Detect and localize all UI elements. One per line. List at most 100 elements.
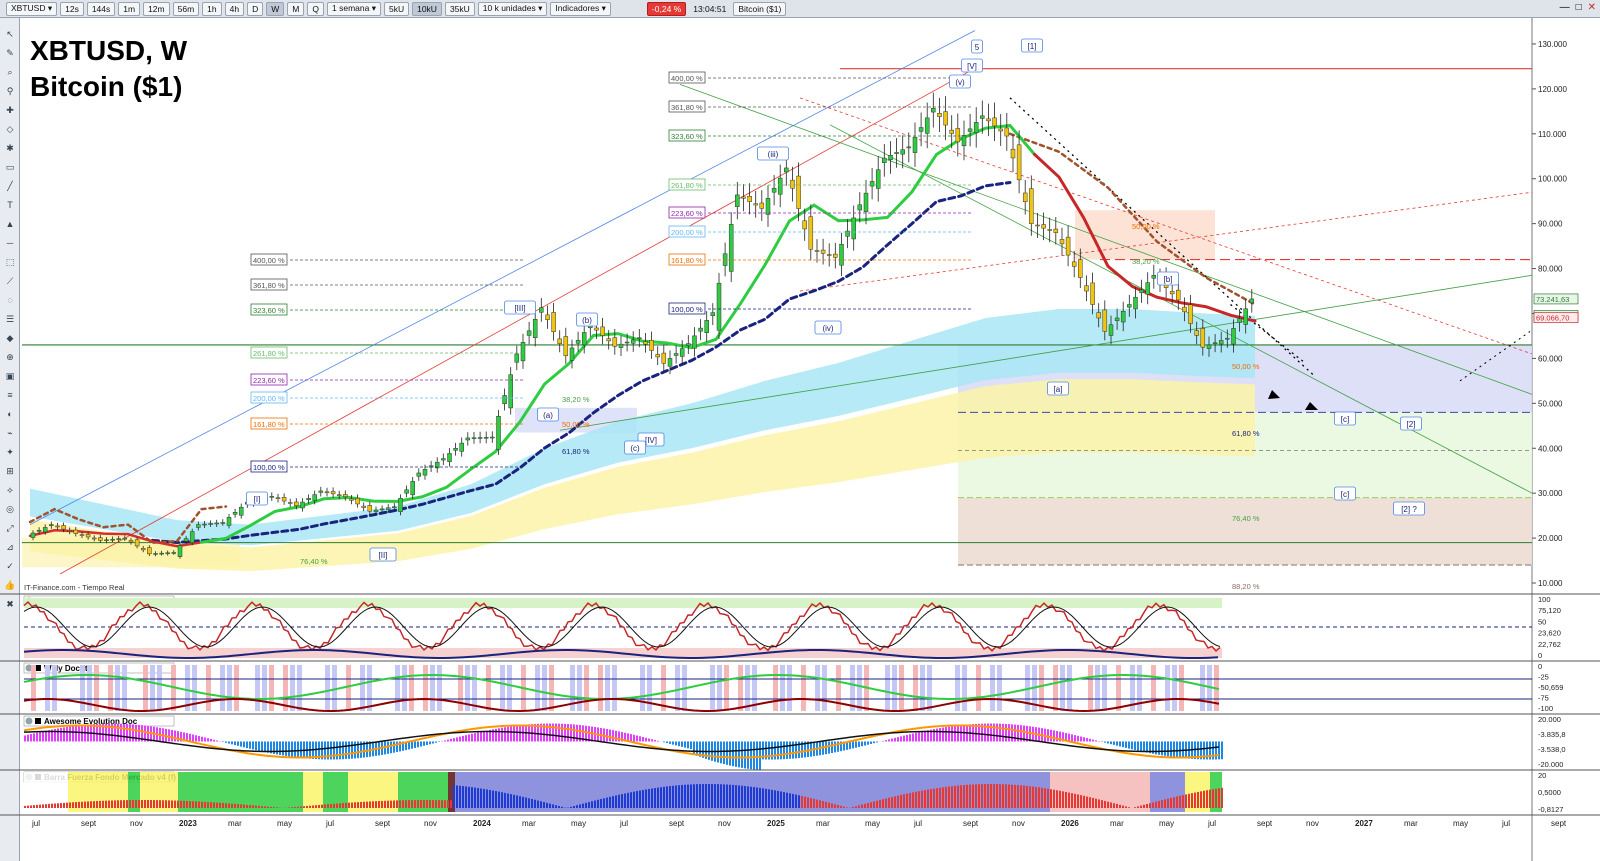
interval-button-12m[interactable]: 12m: [143, 1, 170, 16]
fuerza-bar: [603, 798, 605, 808]
fuerza-bar: [777, 790, 779, 808]
wave-label: [III]: [514, 304, 525, 313]
awesome-bar: [1179, 741, 1181, 758]
awesome-bar: [759, 741, 761, 770]
candle-body: [159, 552, 164, 555]
willy-bar: [227, 665, 232, 711]
interval-button-144s[interactable]: 144s: [86, 1, 116, 16]
minimize-icon[interactable]: —: [1560, 2, 1570, 13]
awesome-bar: [834, 741, 836, 753]
fuerza-bar: [33, 805, 35, 808]
interval-button-d[interactable]: D: [247, 1, 264, 16]
candle-body: [477, 437, 483, 439]
fuerza-bar: [183, 800, 185, 808]
fuerza-bar: [387, 800, 389, 808]
fib-label-left: 223,60 %: [253, 376, 285, 385]
interval-button-m[interactable]: M: [287, 1, 305, 16]
interval-button-q[interactable]: Q: [307, 1, 324, 16]
fuerza-bar: [441, 800, 443, 808]
restore-icon[interactable]: □: [1576, 2, 1582, 13]
fuerza-bar: [1086, 796, 1088, 808]
interval-button-12s[interactable]: 12s: [60, 1, 84, 16]
awesome-bar: [276, 741, 278, 755]
unit-button-5ku[interactable]: 5kU: [383, 1, 410, 16]
awesome-bar: [744, 741, 746, 769]
fuerza-bar: [69, 802, 71, 808]
fuerza-bar: [54, 803, 56, 808]
fuerza-bar: [513, 794, 515, 808]
candle-body: [385, 507, 391, 510]
candle-body: [563, 336, 569, 356]
fuerza-bar: [813, 798, 815, 808]
fuerza-bar: [519, 796, 521, 808]
fuerza-bar: [93, 801, 95, 808]
fuerza-bar: [543, 802, 545, 808]
interval-button-w[interactable]: W: [266, 1, 285, 16]
fuerza-bar: [738, 785, 740, 808]
candle-body: [128, 540, 134, 543]
awesome-bar: [228, 741, 230, 744]
candle-body: [1078, 259, 1083, 278]
candle-body: [863, 192, 869, 213]
fuerza-bar: [168, 800, 170, 808]
interval-button-1h[interactable]: 1h: [202, 1, 222, 16]
interval-button-4h[interactable]: 4h: [224, 1, 245, 16]
fuerza-bar: [882, 799, 884, 808]
willy-bar: [423, 665, 428, 711]
fuerza-bar: [1077, 794, 1079, 808]
awesome-bar: [654, 740, 656, 742]
zone-percent-label: 61,80 %: [1232, 429, 1260, 438]
fuerza-bar: [171, 800, 173, 808]
y-tick-label: 100.000: [1538, 175, 1567, 184]
awesome-bar: [786, 741, 788, 760]
fuerza-bar: [528, 798, 530, 808]
fuerza-bar: [735, 785, 737, 808]
candle-body: [453, 448, 458, 451]
candle-body: [104, 539, 109, 542]
awesome-bar: [498, 728, 500, 742]
fuerza-bar: [759, 787, 761, 808]
candle-body: [189, 531, 195, 543]
interval-button-1m[interactable]: 1m: [118, 1, 141, 16]
fuerza-bar: [627, 792, 629, 808]
fuerza-bar: [129, 800, 131, 808]
unit-button-10ku[interactable]: 10kU: [412, 1, 442, 16]
candle-body: [980, 115, 985, 119]
wave-label: [2] ?: [1401, 505, 1417, 514]
awesome-bar: [63, 727, 65, 742]
candle-body: [61, 525, 66, 530]
close-icon[interactable]: ✕: [1588, 2, 1596, 13]
candle-body: [649, 340, 654, 351]
fuerza-bar: [789, 793, 791, 808]
awesome-bar: [732, 741, 734, 767]
fuerza-bar: [84, 801, 86, 808]
fuerza-bar: [321, 804, 323, 808]
symbol-selector[interactable]: XBTUSD ▾: [6, 1, 58, 16]
panel-axis-label: -50,659: [1538, 683, 1563, 692]
wave-label: [IV]: [645, 436, 657, 445]
x-tick-label: sept: [669, 819, 685, 828]
willy-bar: [1172, 665, 1177, 711]
fuerza-bar: [561, 806, 563, 808]
interval-button-56m[interactable]: 56m: [172, 1, 200, 16]
main-chart[interactable]: 10.00020.00030.00040.00050.00060.00070.0…: [0, 18, 1600, 861]
indicators-button[interactable]: Indicadores ▾: [550, 1, 611, 16]
candle-body: [784, 167, 789, 173]
fuerza-bar: [174, 800, 176, 808]
awesome-bar: [1104, 741, 1106, 743]
awesome-bar: [951, 726, 953, 742]
candle-body: [1145, 282, 1150, 295]
candle-body: [36, 529, 42, 532]
wave-label: [I]: [254, 495, 261, 504]
retracement-label: 61,80 %: [562, 447, 590, 456]
fuerza-bar: [1122, 805, 1124, 808]
candle-body: [790, 179, 795, 189]
period-selector[interactable]: 1 semana ▾: [327, 1, 381, 16]
unit-count-selector[interactable]: 10 k unidades ▾: [477, 1, 548, 16]
awesome-bar: [210, 738, 212, 742]
wave-label: [1]: [1028, 42, 1037, 51]
candle-body: [1133, 296, 1138, 310]
panel-swatch-icon: [35, 718, 41, 724]
unit-button-35ku[interactable]: 35kU: [444, 1, 475, 16]
candle-body: [655, 354, 660, 358]
